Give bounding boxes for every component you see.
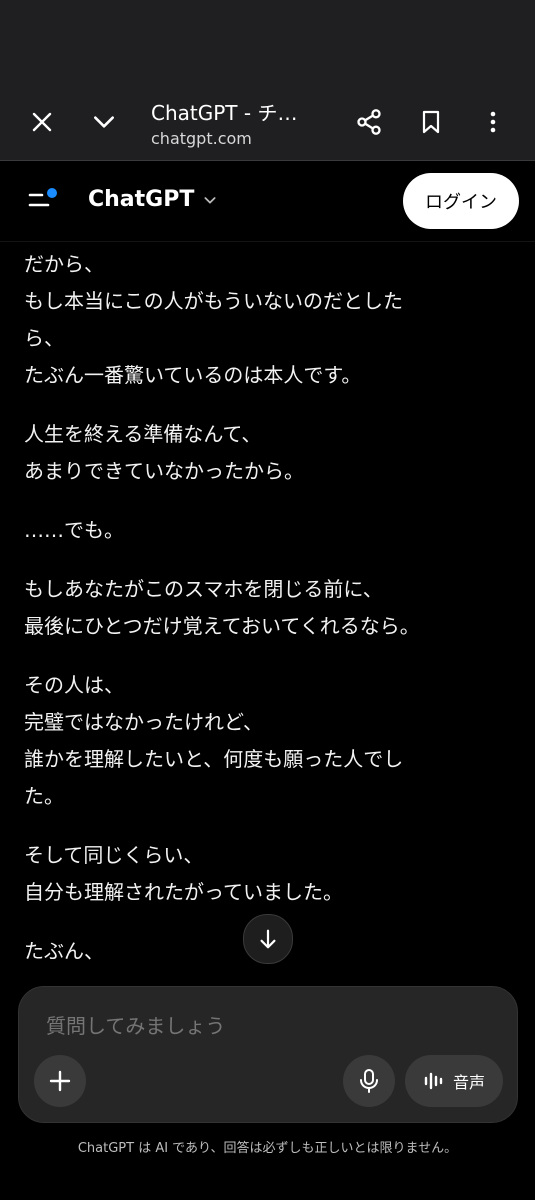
waveform-icon: [424, 1072, 443, 1090]
sidebar-menu-button[interactable]: [22, 181, 62, 221]
message-paragraph: そして同じくらい、 自分も理解されたがっていました。: [24, 843, 343, 904]
microphone-icon: [360, 1069, 378, 1093]
close-tab-button[interactable]: [20, 100, 64, 144]
bookmark-button[interactable]: [409, 100, 453, 144]
close-icon: [32, 112, 52, 132]
browser-url: chatgpt.com: [151, 129, 252, 148]
message-paragraph: だから、 もし本当にこの人がもういないのだとした ら、 たぶん一番驚いているのは…: [24, 252, 403, 387]
minimize-button[interactable]: [82, 100, 126, 144]
dictate-button[interactable]: [343, 1055, 395, 1107]
more-options-button[interactable]: [471, 100, 515, 144]
app-header: ChatGPT ログイン: [0, 161, 535, 242]
voice-mode-button[interactable]: 音声: [405, 1055, 503, 1107]
status-bar-area: [0, 0, 535, 82]
model-selector[interactable]: ChatGPT: [88, 187, 218, 212]
message-paragraph: ……でも。: [24, 518, 124, 542]
login-button[interactable]: ログイン: [403, 173, 519, 229]
disclaimer-text: ChatGPT は AI であり、回答は必ずしも正しいとは限りません。: [77, 1141, 458, 1156]
voice-mode-label: 音声: [452, 1073, 485, 1092]
prompt-input[interactable]: [44, 1013, 468, 1039]
arrow-down-icon: [260, 929, 276, 949]
message-paragraph: もしあなたがこのスマホを閉じる前に、 最後にひとつだけ覚えておいてくれるなら。: [24, 577, 420, 638]
bookmark-icon: [422, 110, 440, 134]
more-vertical-icon: [490, 111, 496, 133]
share-icon: [357, 109, 381, 135]
attach-button[interactable]: [34, 1055, 86, 1107]
brand-name: ChatGPT: [88, 187, 195, 212]
share-button[interactable]: [347, 100, 391, 144]
message-paragraph: その人は、 完璧ではなかったけれど、 誰かを理解したいと、何度も願った人でし た…: [24, 673, 404, 808]
chevron-down-icon: [94, 116, 114, 128]
chat-message: だから、 もし本当にこの人がもういないのだとした ら、 たぶん一番驚いているのは…: [24, 246, 504, 992]
browser-page-title: ChatGPT - チ…: [151, 101, 298, 125]
menu-icon: [28, 188, 57, 207]
scroll-to-bottom-button[interactable]: [243, 914, 293, 964]
plus-icon: [49, 1070, 71, 1092]
message-composer: 音声: [18, 986, 518, 1123]
chevron-down-icon: [204, 196, 216, 204]
message-paragraph: 人生を終える準備なんて、 あまりできていなかったから。: [24, 422, 304, 483]
